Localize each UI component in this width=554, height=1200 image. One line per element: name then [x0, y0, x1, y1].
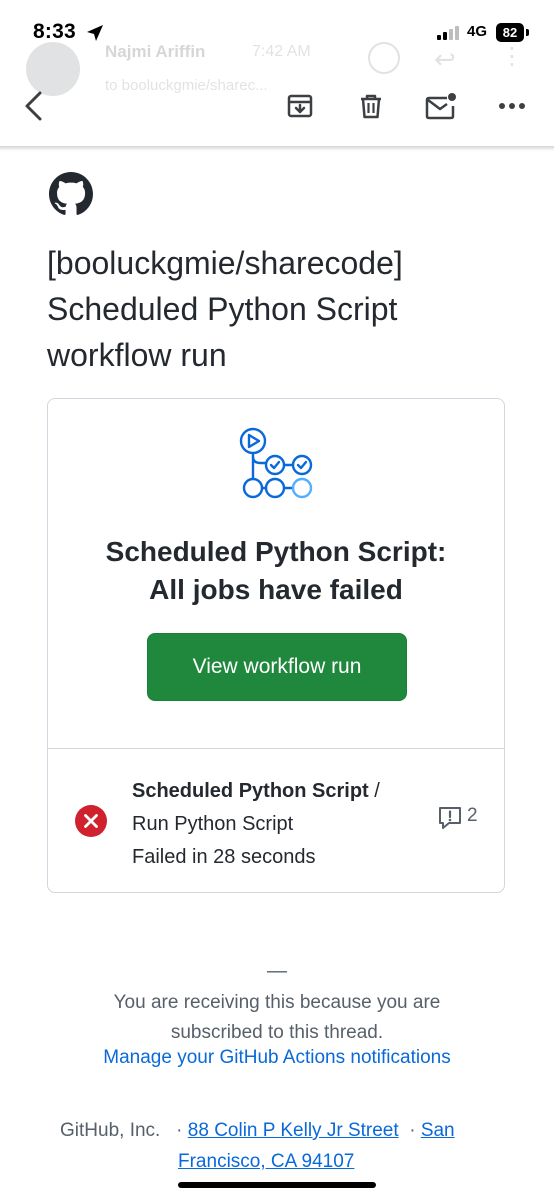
workflow-summary: Scheduled Python Script: All jobs have f… — [48, 399, 504, 749]
job-row[interactable]: Scheduled Python Script / Run Python Scr… — [48, 748, 504, 892]
more-horizontal-icon — [499, 103, 525, 109]
subscription-notice: You are receiving this because you are s… — [113, 992, 441, 1043]
email-subject: [booluckgmie/sharecode] Scheduled Python… — [47, 245, 403, 373]
job-name: Run Python Script — [132, 813, 294, 835]
github-logo-icon — [49, 172, 93, 215]
company-name: GitHub, Inc. — [60, 1120, 161, 1141]
title-line-1: Scheduled Python Script: — [105, 536, 447, 567]
job-workflow-name: Scheduled Python Script — [132, 780, 369, 802]
more-icon: ⋮ — [500, 43, 524, 70]
job-details: Scheduled Python Script / Run Python Scr… — [132, 775, 380, 874]
github-actions-icon — [239, 427, 313, 499]
home-indicator[interactable] — [178, 1182, 376, 1188]
separator-dot: · — [176, 1120, 183, 1141]
address-street-link[interactable]: 88 Colin P Kelly Jr Street — [188, 1120, 399, 1141]
annotation-count: 2 — [467, 805, 478, 826]
archive-icon — [287, 94, 313, 118]
back-button[interactable] — [14, 86, 54, 126]
separator-dot-2: · — [409, 1120, 416, 1141]
battery-tip — [526, 29, 529, 36]
footer-divider: — — [267, 960, 287, 982]
mark-unread-button[interactable] — [421, 86, 461, 126]
sender-time: 7:42 AM — [252, 43, 311, 60]
toolbar-shadow — [0, 146, 554, 151]
mark-unread-icon — [425, 93, 456, 120]
title-line-2: All jobs have failed — [149, 574, 403, 605]
job-separator: / — [368, 780, 380, 802]
failed-x-icon — [75, 805, 107, 837]
archive-button[interactable] — [280, 86, 320, 126]
job-status: Failed in 28 seconds — [132, 846, 316, 868]
email-toolbar — [0, 70, 554, 146]
trash-icon — [361, 94, 381, 119]
back-arrow-icon — [25, 91, 42, 121]
sender-name: Najmi Ariffin — [105, 42, 206, 61]
view-workflow-run-button[interactable]: View workflow run — [147, 633, 407, 701]
company-address: GitHub, Inc. · 88 Colin P Kelly Jr Stree… — [60, 1115, 500, 1177]
manage-notifications-link[interactable]: Manage your GitHub Actions notifications — [0, 1047, 554, 1069]
job-path: Scheduled Python Script / — [132, 775, 380, 808]
signal-icon — [437, 26, 459, 40]
workflow-card: Scheduled Python Script: All jobs have f… — [47, 398, 505, 893]
delete-button[interactable] — [351, 86, 391, 126]
more-options-button[interactable] — [492, 86, 532, 126]
address-city-link-part2[interactable]: Francisco, CA 94107 — [178, 1151, 354, 1172]
annotation-icon — [439, 807, 461, 829]
address-city-link-part1[interactable]: San — [421, 1120, 455, 1141]
network-type: 4G — [467, 23, 488, 40]
annotations-badge[interactable]: 2 — [437, 805, 478, 831]
workflow-status-title: Scheduled Python Script: All jobs have f… — [48, 533, 504, 609]
